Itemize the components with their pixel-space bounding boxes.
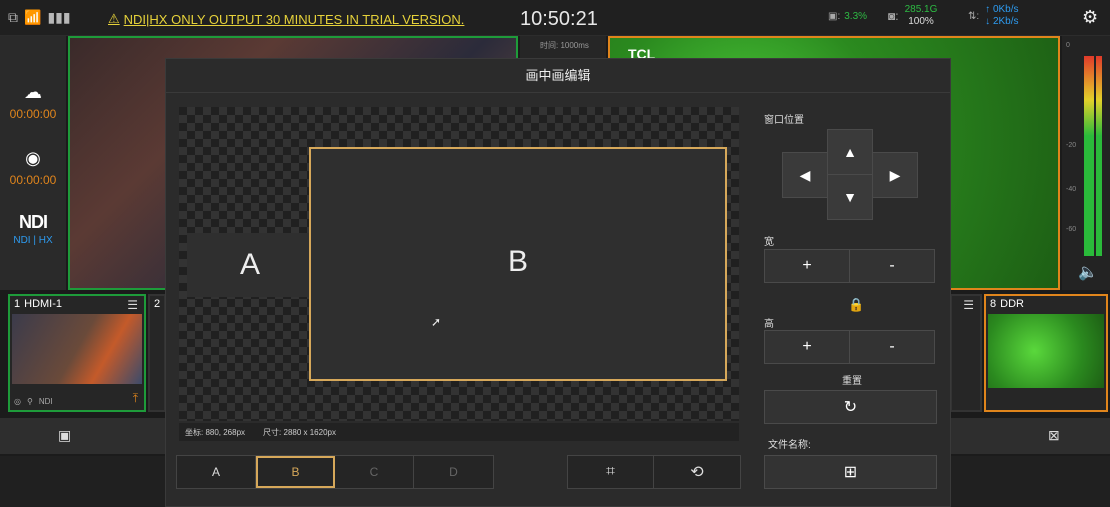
image-icon[interactable]: ▣ bbox=[58, 427, 71, 444]
refresh-icon: ↻ bbox=[843, 399, 858, 416]
source-preview-image bbox=[12, 314, 142, 384]
source-thumb-8[interactable]: 8 DDR bbox=[984, 294, 1108, 412]
lock-icon[interactable]: 🔒 bbox=[848, 297, 864, 313]
window-b[interactable]: B bbox=[309, 147, 727, 381]
source-preview-image bbox=[988, 314, 1104, 388]
source-thumb-7[interactable]: ☰ bbox=[950, 294, 982, 412]
source-name: HDMI-1 bbox=[24, 298, 63, 310]
wifi-icon: 📶 bbox=[24, 9, 42, 25]
stream-timecode: 00:00:00 bbox=[9, 107, 57, 121]
coordinate-readout: 坐标: 880, 268px bbox=[185, 427, 246, 437]
network-speed: ⇅: ↑ 0Kb/s ↓ 2Kb/s bbox=[968, 4, 1019, 28]
add-image-button[interactable]: ⊞ bbox=[764, 455, 937, 489]
trial-notice-text[interactable]: NDI|HX ONLY OUTPUT 30 MINUTES IN TRIAL V… bbox=[124, 12, 465, 27]
record-control[interactable]: ◉ 00:00:00 bbox=[0, 148, 66, 187]
list-icon[interactable]: ☰ bbox=[963, 298, 974, 312]
tab-d[interactable]: D bbox=[414, 456, 493, 488]
gear-icon[interactable]: ⚙ bbox=[1082, 7, 1098, 28]
height-minus-button[interactable]: - bbox=[850, 331, 934, 363]
crop-icon[interactable]: ⌗ bbox=[568, 456, 654, 488]
cpu-icon: ▣: bbox=[828, 11, 841, 22]
dialog-title: 画中画编辑 bbox=[166, 59, 950, 93]
stream-control[interactable]: ☁ 00:00:00 bbox=[0, 82, 66, 121]
audio-level-left bbox=[1084, 56, 1094, 256]
pip-edit-dialog: 画中画编辑 A B ➚ 坐标: 880, 268px 尺寸: 2880 x 16… bbox=[165, 58, 951, 507]
reset-label: 重置 bbox=[842, 376, 862, 387]
ndi-tag: NDI bbox=[38, 397, 53, 406]
pip-canvas[interactable]: A B ➚ bbox=[179, 107, 739, 421]
width-minus-button[interactable]: - bbox=[850, 250, 934, 282]
cpu-usage: ▣: 3.3% bbox=[828, 11, 868, 22]
ndi-control[interactable]: NDI NDI | HX bbox=[0, 212, 66, 246]
signal-icon: ▮▮▮ bbox=[47, 9, 71, 25]
width-plus-button[interactable]: + bbox=[765, 250, 850, 282]
trial-notice[interactable]: ⚠ NDI|HX ONLY OUTPUT 30 MINUTES IN TRIAL… bbox=[108, 11, 464, 27]
net-up: ↑ 0Kb/s bbox=[985, 4, 1019, 15]
window-tabs: A B C D bbox=[176, 455, 494, 489]
upload-icon[interactable]: ⤒ bbox=[133, 391, 138, 406]
source-thumb-2[interactable]: 2 bbox=[148, 294, 166, 412]
disk-percent: 100% bbox=[908, 16, 934, 27]
tab-c[interactable]: C bbox=[335, 456, 414, 488]
size-readout: 尺寸: 2880 x 1620px bbox=[263, 427, 336, 437]
height-plus-button[interactable]: + bbox=[765, 331, 850, 363]
height-stepper: + - bbox=[764, 330, 935, 364]
image-tools: ⌗ ⟲ bbox=[567, 455, 741, 489]
reset-button[interactable]: ↻ bbox=[764, 390, 937, 424]
move-right-button[interactable]: ▶ bbox=[872, 152, 918, 198]
net-down: ↓ 2Kb/s bbox=[985, 16, 1019, 27]
image-swap-icon[interactable]: ⟲ bbox=[654, 456, 740, 488]
status-icons: ⧉ 📶 ▮▮▮ bbox=[8, 9, 71, 26]
source-thumb-1[interactable]: 1 HDMI-1 ☰ ◎ ⚲ NDI ⤒ bbox=[8, 294, 146, 412]
width-stepper: + - bbox=[764, 249, 935, 283]
cloud-upload-icon: ☁ bbox=[24, 82, 42, 102]
record-timecode: 00:00:00 bbox=[9, 173, 57, 187]
transfer-icon: ⇅: bbox=[968, 10, 980, 22]
cursor-icon: ➚ bbox=[431, 315, 442, 329]
window-a[interactable]: A bbox=[187, 233, 313, 297]
image-off-icon[interactable]: ⊠ bbox=[1048, 427, 1060, 444]
arrow-down-icon: ▼ bbox=[843, 189, 857, 205]
speaker-icon[interactable]: 🔈 bbox=[1078, 262, 1098, 282]
ndi-label: NDI | HX bbox=[13, 235, 53, 246]
tab-b[interactable]: B bbox=[256, 456, 335, 488]
height-label: 高 bbox=[764, 319, 774, 330]
warning-icon: ⚠ bbox=[108, 11, 120, 26]
move-down-button[interactable]: ▼ bbox=[827, 174, 873, 220]
move-up-button[interactable]: ▲ bbox=[827, 129, 873, 175]
ndi-logo: NDI bbox=[19, 212, 48, 232]
move-left-button[interactable]: ◀ bbox=[782, 152, 828, 198]
audio-meter: 0 -20 -40 -60 bbox=[1062, 36, 1110, 290]
arrow-up-icon: ▲ bbox=[843, 144, 857, 160]
disk-usage: ◙: 285.1G 100% bbox=[888, 4, 937, 28]
list-icon[interactable]: ☰ bbox=[127, 298, 138, 312]
canvas-info: 坐标: 880, 268px 尺寸: 2880 x 1620px bbox=[179, 423, 739, 441]
disk-icon: ◙: bbox=[888, 9, 899, 23]
audio-level-right bbox=[1096, 56, 1102, 256]
status-bar: ⧉ 📶 ▮▮▮ ⚠ NDI|HX ONLY OUTPUT 30 MINUTES … bbox=[0, 0, 1110, 36]
settings-icon[interactable]: ◎ bbox=[14, 397, 21, 406]
sidebar: ☁ 00:00:00 ◉ 00:00:00 NDI NDI | HX bbox=[0, 36, 66, 290]
arrow-right-icon: ▶ bbox=[889, 166, 901, 183]
transition-time: 时间: 1000ms bbox=[540, 41, 589, 50]
screen-icon: ⧉ bbox=[8, 9, 18, 25]
window-position-label: 窗口位置 bbox=[764, 115, 804, 126]
clock: 10:50:21 bbox=[520, 8, 598, 30]
filename-label: 文件名称: bbox=[768, 440, 811, 451]
width-label: 宽 bbox=[764, 237, 774, 248]
arrow-left-icon: ◀ bbox=[799, 166, 811, 183]
network-icon[interactable]: ⚲ bbox=[27, 397, 33, 406]
tab-a[interactable]: A bbox=[177, 456, 256, 488]
image-add-icon: ⊞ bbox=[843, 464, 858, 481]
disk-size: 285.1G bbox=[904, 4, 938, 15]
record-icon: ◉ bbox=[25, 148, 41, 168]
source-name: DDR bbox=[1000, 298, 1024, 310]
